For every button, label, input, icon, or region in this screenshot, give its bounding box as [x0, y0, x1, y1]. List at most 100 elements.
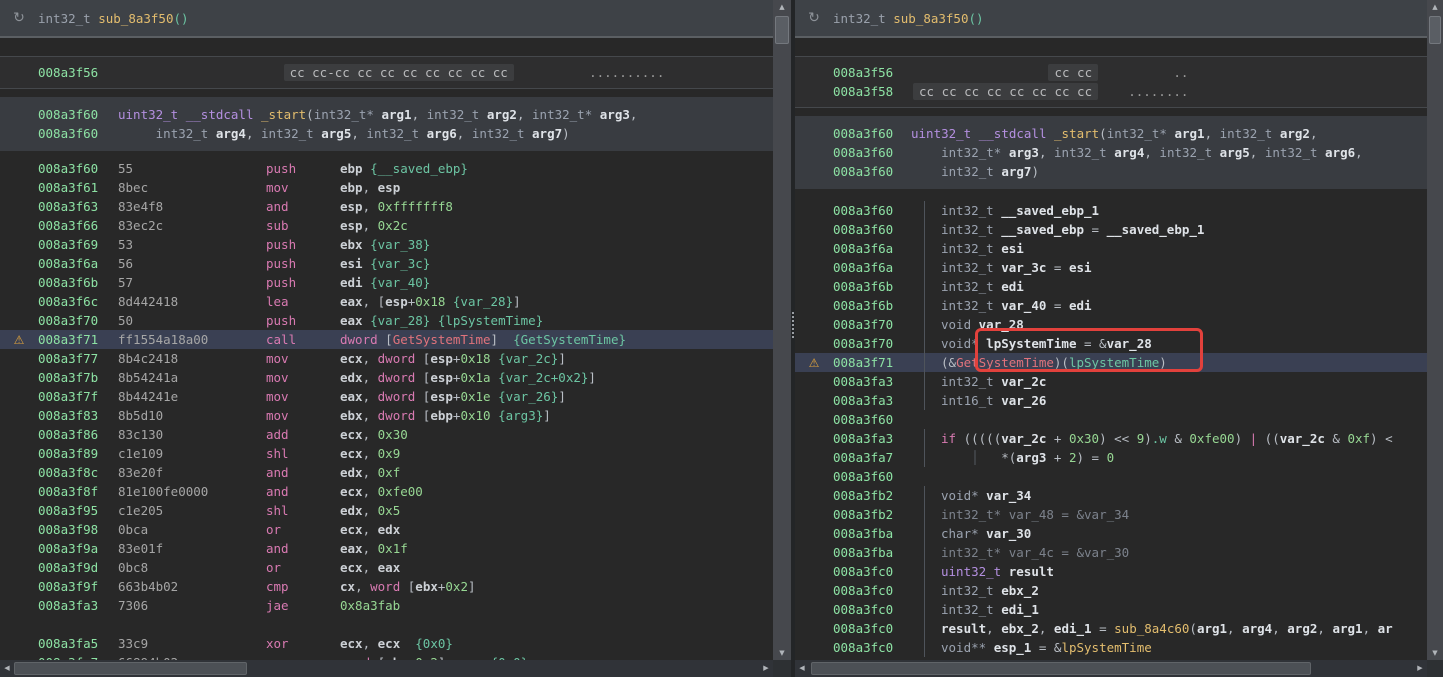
asm-row[interactable]: 008a3f6055pushebp {__saved_ebp} [0, 159, 773, 178]
hlil-row[interactable]: 008a3fa3int16_t var_26 [795, 391, 1428, 410]
bytes-row[interactable]: 008a3f58cc cc cc cc cc cc cc cc ........ [795, 82, 1428, 101]
scroll-left-button[interactable]: ◀ [795, 660, 809, 677]
code-token: 0xfffffff8 [378, 199, 453, 214]
hlil-row[interactable]: 008a3f60int32_t __saved_ebp_1 [795, 201, 1428, 220]
asm-row[interactable]: 008a3f6b57pushedi {var_40} [0, 273, 773, 292]
bytes-row[interactable]: 008a3f56 cc cc-cc cc cc cc cc cc cc cc .… [0, 63, 773, 82]
scroll-down-button[interactable]: ▼ [1427, 646, 1443, 660]
asm-row[interactable]: 008a3f6383e4f8andesp, 0xfffffff8 [0, 197, 773, 216]
refresh-icon[interactable]: ↻ [795, 10, 833, 26]
refresh-icon[interactable]: ↻ [0, 10, 38, 26]
hlil-row[interactable]: 008a3fa3if (((((var_2c + 0x30) << 9).w &… [795, 429, 1428, 448]
asm-row[interactable]: 008a3f618becmovebp, esp [0, 178, 773, 197]
address: 008a3fb2 [833, 486, 894, 505]
code-token: edi_1 [1054, 621, 1092, 636]
hlil-row[interactable]: 008a3fc0int32_t ebx_2 [795, 581, 1428, 600]
code-token: result [1009, 564, 1054, 579]
asm-row[interactable]: 008a3f8c83e20fandedx, 0xf [0, 463, 773, 482]
code-token: , [351, 126, 366, 141]
scroll-down-button[interactable]: ▼ [773, 646, 791, 660]
address: 008a3f70 [833, 334, 894, 353]
hlil-row[interactable]: 008a3fbachar* var_30 [795, 524, 1428, 543]
hlil-row[interactable]: ⚠008a3f71(&GetSystemTime)(lpSystemTime) [795, 353, 1428, 372]
asm-row[interactable]: 008a3f7b8b54241amovedx, dword [esp+0x1a … [0, 368, 773, 387]
asm-row[interactable]: 008a3f980bcaorecx, edx [0, 520, 773, 539]
hlil-row[interactable]: 008a3f70void* lpSystemTime = &var_28 [795, 334, 1428, 353]
scroll-right-button[interactable]: ▶ [1413, 660, 1427, 677]
hlil-row[interactable]: 008a3fa3int32_t var_2c [795, 372, 1428, 391]
hlil-row[interactable]: 008a3f60int32_t __saved_ebp = __saved_eb… [795, 220, 1428, 239]
hlil-row[interactable]: 008a3fc0int32_t edi_1 [795, 600, 1428, 619]
code-token: ] [588, 370, 596, 385]
hlil-row[interactable]: 008a3fa7 │ *(arg3 + 2) = 0 [795, 448, 1428, 467]
hlil-row[interactable]: 008a3f6bint32_t var_40 = edi [795, 296, 1428, 315]
left-hscroll-thumb[interactable] [14, 662, 247, 675]
asm-row[interactable]: 008a3f95c1e205shledx, 0x5 [0, 501, 773, 520]
asm-row[interactable]: 008a3f7f8b44241emoveax, dword [esp+0x1e … [0, 387, 773, 406]
right-vscroll-thumb[interactable] [1429, 16, 1441, 44]
opcode-bytes: cc cc [1048, 64, 1098, 81]
asm-row[interactable]: 008a3f7050pusheax {var_28} {lpSystemTime… [0, 311, 773, 330]
asm-row[interactable]: 008a3f8f81e100fe0000andecx, 0xfe00 [0, 482, 773, 501]
opcode-bytes: 33c9 [118, 634, 266, 653]
scroll-up-button[interactable]: ▲ [1427, 0, 1443, 14]
asm-row[interactable]: 008a3f9f663b4b02cmpcx, word [ebx+0x2] [0, 577, 773, 596]
code-token: 0x8a3fab [340, 598, 400, 613]
hlil-row[interactable]: 008a3fc0void** esp_1 = &lpSystemTime [795, 638, 1428, 657]
hlil-row[interactable]: 008a3fc0uint32_t result [795, 562, 1428, 581]
opcode-bytes: 8d442418 [118, 292, 266, 311]
hlil-row[interactable]: 008a3f70void var_28 [795, 315, 1428, 334]
asm-row[interactable]: 008a3f778b4c2418movecx, dword [esp+0x18 … [0, 349, 773, 368]
left-vertical-scrollbar[interactable]: ▲ ▼ [773, 0, 791, 660]
scroll-up-button[interactable]: ▲ [773, 0, 791, 14]
hlil-row[interactable]: 008a3f60 [795, 467, 1428, 486]
asm-row[interactable]: 008a3f6a56pushesi {var_3c} [0, 254, 773, 273]
asm-row[interactable]: 008a3f9d0bc8orecx, eax [0, 558, 773, 577]
signature-row[interactable]: 008a3f60uint32_t __stdcall _start(int32_… [795, 124, 1428, 143]
hlil-row[interactable]: 008a3f6bint32_t edi [795, 277, 1428, 296]
signature-row[interactable]: 008a3f60 int32_t arg4, int32_t arg5, int… [0, 124, 773, 143]
asm-row[interactable]: 008a3f6953pushebx {var_38} [0, 235, 773, 254]
address: 008a3fb2 [833, 505, 894, 524]
hlil-row[interactable]: 008a3f60 [795, 410, 1428, 429]
asm-row[interactable] [0, 615, 773, 634]
splitter-grip-icon[interactable] [792, 312, 794, 338]
code-token: int32_t [941, 203, 994, 218]
signature-row[interactable]: 008a3f60 int32_t* arg3, int32_t arg4, in… [795, 143, 1428, 162]
scroll-right-button[interactable]: ▶ [759, 660, 773, 677]
asm-row[interactable]: 008a3fa533c9xorecx, ecx {0x0} [0, 634, 773, 653]
code-token: , [363, 427, 378, 442]
asm-row[interactable]: 008a3f8683c130addecx, 0x30 [0, 425, 773, 444]
right-hscroll-thumb[interactable] [811, 662, 1311, 675]
left-vscroll-thumb[interactable] [775, 16, 789, 44]
code-token: var_2c [1280, 431, 1325, 446]
asm-row[interactable]: 008a3f838b5d10movebx, dword [ebp+0x10 {a… [0, 406, 773, 425]
code-token: ecx [340, 522, 363, 537]
asm-row[interactable]: 008a3f9a83e01fandeax, 0x1f [0, 539, 773, 558]
code-token: ecx [340, 636, 363, 651]
right-horizontal-scrollbar[interactable]: ◀ ▶ [795, 660, 1427, 677]
asm-row[interactable]: 008a3fa37306jae0x8a3fab [0, 596, 773, 615]
hlil-row[interactable]: 008a3f6aint32_t var_3c = esi [795, 258, 1428, 277]
mnemonic: push [266, 273, 340, 292]
hlil-row[interactable]: 008a3fb2void* var_34 [795, 486, 1428, 505]
bytes-row[interactable]: 008a3f56 cc cc .. [795, 63, 1428, 82]
right-vertical-scrollbar[interactable]: ▲ ▼ [1427, 0, 1443, 660]
scroll-left-button[interactable]: ◀ [0, 660, 14, 677]
code-token: , [363, 218, 378, 233]
hlil-row[interactable]: 008a3fc0result, ebx_2, edi_1 = sub_8a4c6… [795, 619, 1428, 638]
code-token [525, 126, 533, 141]
asm-row[interactable]: 008a3f6c8d442418leaeax, [esp+0x18 {var_2… [0, 292, 773, 311]
asm-row[interactable]: ⚠008a3f71ff1554a18a00calldword [GetSyste… [0, 330, 773, 349]
signature-row[interactable]: 008a3f60 int32_t arg7) [795, 162, 1428, 181]
asm-row[interactable]: 008a3f6683ec2csubesp, 0x2c [0, 216, 773, 235]
asm-row[interactable]: 008a3f89c1e109shlecx, 0x9 [0, 444, 773, 463]
address: 008a3f60 [833, 124, 894, 143]
code-token: ) < [1370, 431, 1393, 446]
signature-row[interactable]: 008a3f60uint32_t __stdcall _start(int32_… [0, 105, 773, 124]
left-horizontal-scrollbar[interactable]: ◀ ▶ [0, 660, 773, 677]
pane-splitter[interactable] [791, 0, 795, 677]
hlil-row[interactable]: 008a3f6aint32_t esi [795, 239, 1428, 258]
hlil-row[interactable]: 008a3fb2int32_t* var_48 = &var_34 [795, 505, 1428, 524]
hlil-row[interactable]: 008a3fbaint32_t* var_4c = &var_30 [795, 543, 1428, 562]
